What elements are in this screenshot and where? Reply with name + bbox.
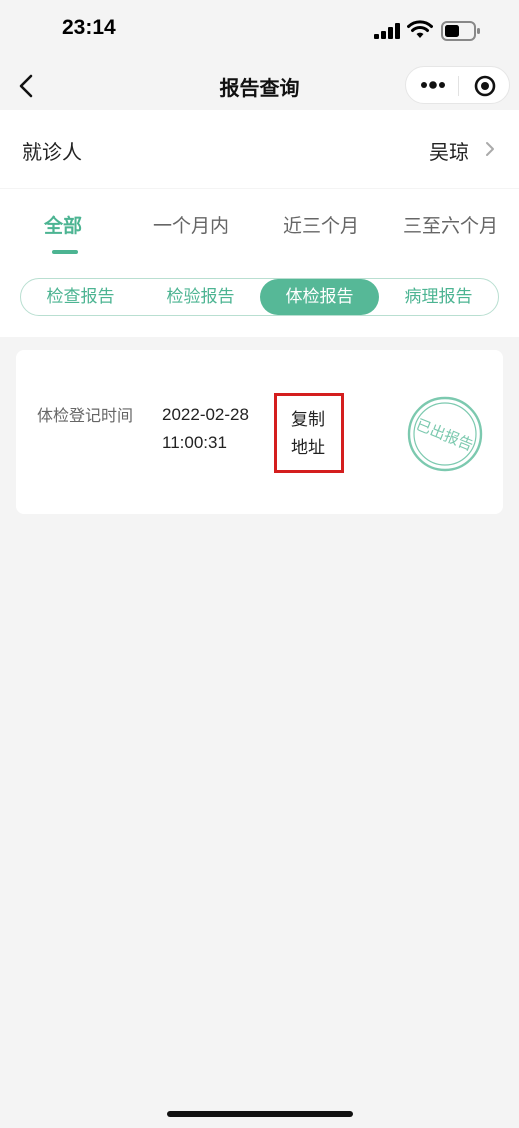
tab-last-three-months[interactable]: 近三个月 <box>283 211 359 238</box>
battery-icon <box>441 21 480 41</box>
copy-label-line1: 复制 <box>291 410 325 430</box>
segment-exam-report[interactable]: 检查报告 <box>21 279 140 315</box>
tab-all[interactable]: 全部 <box>44 211 82 238</box>
copy-address-highlight[interactable]: 复制 地址 <box>274 393 344 473</box>
mini-program-capsule <box>405 66 510 104</box>
filter-section: 全部 一个月内 近三个月 三至六个月 检查报告 检验报告 体检报告 病理报告 <box>0 189 519 337</box>
report-query-page: 23:14 报告查询 就诊人 吴琼 全部 一个月内 近三个月 三至六个月 检查报… <box>0 0 519 1128</box>
patient-selector[interactable]: 就诊人 吴琼 <box>0 110 519 188</box>
registration-datetime: 2022-02-28 11:00:31 <box>162 401 249 457</box>
chevron-right-icon <box>486 142 494 156</box>
segment-physical-exam-report[interactable]: 体检报告 <box>260 279 379 315</box>
report-issued-stamp-icon: 已出报告 <box>407 396 483 472</box>
active-tab-indicator <box>52 250 78 254</box>
capsule-divider <box>458 76 459 96</box>
segment-lab-report[interactable]: 检验报告 <box>141 279 260 315</box>
more-options-icon[interactable] <box>420 78 446 92</box>
tab-three-to-six-months[interactable]: 三至六个月 <box>403 211 498 238</box>
report-type-segment: 检查报告 检验报告 体检报告 病理报告 <box>20 278 499 316</box>
registration-time-label: 体检登记时间 <box>37 406 134 425</box>
tab-within-one-month[interactable]: 一个月内 <box>153 211 229 238</box>
registration-time: 11:00:31 <box>162 433 227 452</box>
patient-label: 就诊人 <box>22 140 82 164</box>
segment-pathology-report[interactable]: 病理报告 <box>379 279 498 315</box>
patient-name: 吴琼 <box>429 140 469 164</box>
status-time: 23:14 <box>62 16 116 39</box>
home-indicator <box>167 1111 353 1117</box>
status-bar: 23:14 <box>0 0 519 62</box>
registration-date: 2022-02-28 <box>162 405 249 424</box>
copy-address-button[interactable]: 复制 地址 <box>291 406 331 462</box>
wifi-icon <box>407 20 433 38</box>
report-card[interactable]: 体检登记时间 2022-02-28 11:00:31 复制 地址 已出报告 <box>16 350 503 514</box>
cellular-signal-icon <box>374 23 400 39</box>
close-target-icon[interactable] <box>474 75 496 97</box>
stamp-text: 已出报告 <box>413 415 475 454</box>
nav-bar: 报告查询 <box>0 62 519 110</box>
copy-label-line2: 地址 <box>291 438 325 458</box>
